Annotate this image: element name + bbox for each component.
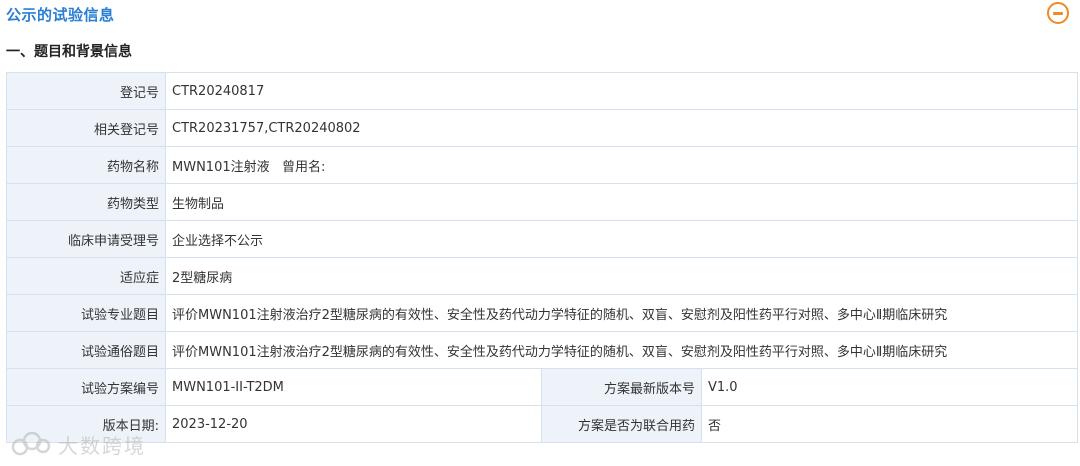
table-row: 临床申请受理号 企业选择不公示	[6, 220, 1079, 258]
row-label: 试验专业题目	[6, 294, 166, 332]
table-row: 试验专业题目 评价MWN101注射液治疗2型糖尿病的有效性、安全性及药代动力学特…	[6, 294, 1079, 332]
table-row: 药物类型 生物制品	[6, 183, 1079, 221]
row-value: MWN101-II-T2DM	[165, 368, 542, 406]
minus-bar	[1053, 12, 1063, 15]
table-row: 相关登记号 CTR20231757,CTR20240802	[6, 109, 1079, 147]
table-row: 药物名称 MWN101注射液 曾用名:	[6, 146, 1079, 184]
row-value: MWN101注射液 曾用名:	[164, 146, 1079, 184]
row-value: CTR20240817	[164, 72, 1079, 110]
row-label: 版本日期:	[6, 405, 166, 443]
row-label: 相关登记号	[6, 109, 166, 147]
row-value: 否	[700, 405, 1079, 443]
row-label: 临床申请受理号	[6, 220, 166, 258]
row-value: 生物制品	[164, 183, 1079, 221]
row-label: 适应症	[6, 257, 166, 295]
row-value: 评价MWN101注射液治疗2型糖尿病的有效性、安全性及药代动力学特征的随机、双盲…	[164, 331, 1079, 369]
row-value: CTR20231757,CTR20240802	[164, 109, 1079, 147]
row-value: 企业选择不公示	[164, 220, 1079, 258]
row-label: 登记号	[6, 72, 166, 110]
subsection-title: 一、题目和背景信息	[6, 44, 132, 60]
row-label: 方案最新版本号	[541, 368, 702, 406]
table-row: 登记号 CTR20240817	[6, 72, 1079, 110]
trial-info-table: 登记号 CTR20240817 相关登记号 CTR20231757,CTR202…	[6, 72, 1079, 443]
row-label: 方案是否为联合用药	[541, 405, 702, 443]
table-row: 适应症 2型糖尿病	[6, 257, 1079, 295]
row-label: 试验方案编号	[6, 368, 166, 406]
row-value: 2型糖尿病	[164, 257, 1079, 295]
row-value: 评价MWN101注射液治疗2型糖尿病的有效性、安全性及药代动力学特征的随机、双盲…	[164, 294, 1079, 332]
minus-circle-icon[interactable]	[1047, 2, 1069, 24]
row-value: V1.0	[700, 368, 1079, 406]
row-value: 2023-12-20	[165, 405, 542, 443]
row-label: 药物名称	[6, 146, 166, 184]
row-label: 药物类型	[6, 183, 166, 221]
section-title: 公示的试验信息	[6, 6, 115, 24]
table-row: 试验通俗题目 评价MWN101注射液治疗2型糖尿病的有效性、安全性及药代动力学特…	[6, 331, 1079, 369]
table-row: 版本日期: 2023-12-20 方案是否为联合用药 否	[6, 405, 1079, 443]
row-label: 试验通俗题目	[6, 331, 166, 369]
table-row: 试验方案编号 MWN101-II-T2DM 方案最新版本号 V1.0	[6, 368, 1079, 406]
